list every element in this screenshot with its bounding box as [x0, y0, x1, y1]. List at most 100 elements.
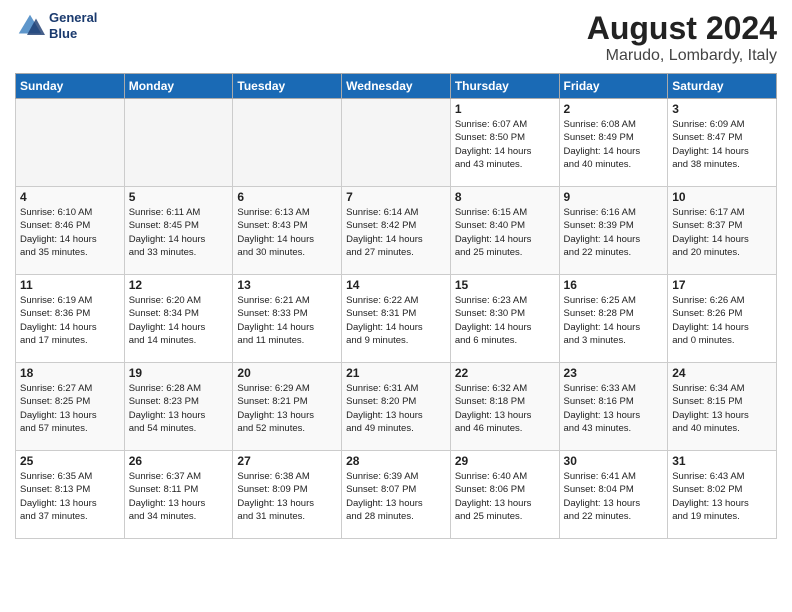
- day-info: Sunrise: 6:21 AM Sunset: 8:33 PM Dayligh…: [237, 294, 337, 347]
- day-number: 9: [564, 190, 664, 204]
- calendar-cell: 12Sunrise: 6:20 AM Sunset: 8:34 PM Dayli…: [124, 275, 233, 363]
- day-info: Sunrise: 6:39 AM Sunset: 8:07 PM Dayligh…: [346, 470, 446, 523]
- day-number: 3: [672, 102, 772, 116]
- calendar-cell: 5Sunrise: 6:11 AM Sunset: 8:45 PM Daylig…: [124, 187, 233, 275]
- day-number: 27: [237, 454, 337, 468]
- day-info: Sunrise: 6:09 AM Sunset: 8:47 PM Dayligh…: [672, 118, 772, 171]
- calendar-cell: 7 Sunrise: 6:14 AM Sunset: 8:42 PM Daylig…: [342, 187, 451, 275]
- day-number: 28: [346, 454, 446, 468]
- col-header-tuesday: Tuesday: [233, 74, 342, 99]
- calendar-cell: 9 Sunrise: 6:16 AM Sunset: 8:39 PM Daylig…: [559, 187, 668, 275]
- calendar-cell: 22Sunrise: 6:32 AM Sunset: 8:18 PM Dayli…: [450, 363, 559, 451]
- day-number: 26: [129, 454, 229, 468]
- col-header-monday: Monday: [124, 74, 233, 99]
- calendar-cell: [16, 99, 125, 187]
- day-info: Sunrise: 6:38 AM Sunset: 8:09 PM Dayligh…: [237, 470, 337, 523]
- day-info: Sunrise: 6:20 AM Sunset: 8:34 PM Dayligh…: [129, 294, 229, 347]
- calendar-cell: 10Sunrise: 6:17 AM Sunset: 8:37 PM Dayli…: [668, 187, 777, 275]
- day-number: 5: [129, 190, 229, 204]
- calendar-cell: 1 Sunrise: 6:07 AM Sunset: 8:50 PM Daylig…: [450, 99, 559, 187]
- day-number: 30: [564, 454, 664, 468]
- calendar-cell: 13 Sunrise: 6:21 AM Sunset: 8:33 PM Dayli…: [233, 275, 342, 363]
- day-number: 16: [564, 278, 664, 292]
- week-row-5: 25 Sunrise: 6:35 AM Sunset: 8:13 PM Dayli…: [16, 451, 777, 539]
- day-number: 25: [20, 454, 120, 468]
- day-info: Sunrise: 6:07 AM Sunset: 8:50 PM Dayligh…: [455, 118, 555, 171]
- day-number: 24: [672, 366, 772, 380]
- calendar-table: SundayMondayTuesdayWednesdayThursdayFrid…: [15, 73, 777, 539]
- calendar-cell: 2 Sunrise: 6:08 AM Sunset: 8:49 PM Daylig…: [559, 99, 668, 187]
- day-number: 31: [672, 454, 772, 468]
- calendar-cell: [124, 99, 233, 187]
- day-number: 14: [346, 278, 446, 292]
- calendar-cell: 19 Sunrise: 6:28 AM Sunset: 8:23 PM Dayli…: [124, 363, 233, 451]
- day-info: Sunrise: 6:08 AM Sunset: 8:49 PM Dayligh…: [564, 118, 664, 171]
- col-header-thursday: Thursday: [450, 74, 559, 99]
- calendar-cell: 17 Sunrise: 6:26 AM Sunset: 8:26 PM Dayli…: [668, 275, 777, 363]
- calendar-cell: 18 Sunrise: 6:27 AM Sunset: 8:25 PM Dayli…: [16, 363, 125, 451]
- col-header-sunday: Sunday: [16, 74, 125, 99]
- day-info: Sunrise: 6:10 AM Sunset: 8:46 PM Dayligh…: [20, 206, 120, 259]
- calendar-cell: 8Sunrise: 6:15 AM Sunset: 8:40 PM Daylig…: [450, 187, 559, 275]
- day-number: 17: [672, 278, 772, 292]
- day-info: Sunrise: 6:15 AM Sunset: 8:40 PM Dayligh…: [455, 206, 555, 259]
- calendar-cell: 29 Sunrise: 6:40 AM Sunset: 8:06 PM Dayli…: [450, 451, 559, 539]
- logo-line1: General: [49, 10, 97, 26]
- logo-line2: Blue: [49, 26, 97, 42]
- day-info: Sunrise: 6:41 AM Sunset: 8:04 PM Dayligh…: [564, 470, 664, 523]
- calendar-cell: 20 Sunrise: 6:29 AM Sunset: 8:21 PM Dayli…: [233, 363, 342, 451]
- day-info: Sunrise: 6:23 AM Sunset: 8:30 PM Dayligh…: [455, 294, 555, 347]
- day-number: 13: [237, 278, 337, 292]
- day-number: 1: [455, 102, 555, 116]
- day-info: Sunrise: 6:43 AM Sunset: 8:02 PM Dayligh…: [672, 470, 772, 523]
- calendar-cell: 14 Sunrise: 6:22 AM Sunset: 8:31 PM Dayli…: [342, 275, 451, 363]
- day-info: Sunrise: 6:29 AM Sunset: 8:21 PM Dayligh…: [237, 382, 337, 435]
- calendar-cell: [342, 99, 451, 187]
- day-number: 19: [129, 366, 229, 380]
- day-number: 18: [20, 366, 120, 380]
- calendar-cell: 26Sunrise: 6:37 AM Sunset: 8:11 PM Dayli…: [124, 451, 233, 539]
- day-number: 10: [672, 190, 772, 204]
- header: General Blue August 2024 Marudo, Lombard…: [15, 10, 777, 65]
- day-info: Sunrise: 6:31 AM Sunset: 8:20 PM Dayligh…: [346, 382, 446, 435]
- calendar-cell: 30 Sunrise: 6:41 AM Sunset: 8:04 PM Dayli…: [559, 451, 668, 539]
- day-info: Sunrise: 6:14 AM Sunset: 8:42 PM Dayligh…: [346, 206, 446, 259]
- calendar-cell: 3 Sunrise: 6:09 AM Sunset: 8:47 PM Daylig…: [668, 99, 777, 187]
- day-info: Sunrise: 6:22 AM Sunset: 8:31 PM Dayligh…: [346, 294, 446, 347]
- day-info: Sunrise: 6:35 AM Sunset: 8:13 PM Dayligh…: [20, 470, 120, 523]
- day-number: 29: [455, 454, 555, 468]
- day-info: Sunrise: 6:34 AM Sunset: 8:15 PM Dayligh…: [672, 382, 772, 435]
- day-info: Sunrise: 6:19 AM Sunset: 8:36 PM Dayligh…: [20, 294, 120, 347]
- calendar-cell: 21Sunrise: 6:31 AM Sunset: 8:20 PM Dayli…: [342, 363, 451, 451]
- day-number: 20: [237, 366, 337, 380]
- calendar-cell: 31 Sunrise: 6:43 AM Sunset: 8:02 PM Dayli…: [668, 451, 777, 539]
- logo-icon: [15, 11, 45, 41]
- calendar-cell: 4 Sunrise: 6:10 AM Sunset: 8:46 PM Daylig…: [16, 187, 125, 275]
- day-info: Sunrise: 6:26 AM Sunset: 8:26 PM Dayligh…: [672, 294, 772, 347]
- day-number: 23: [564, 366, 664, 380]
- day-info: Sunrise: 6:28 AM Sunset: 8:23 PM Dayligh…: [129, 382, 229, 435]
- sub-title: Marudo, Lombardy, Italy: [587, 47, 777, 65]
- calendar-cell: 16 Sunrise: 6:25 AM Sunset: 8:28 PM Dayli…: [559, 275, 668, 363]
- day-info: Sunrise: 6:25 AM Sunset: 8:28 PM Dayligh…: [564, 294, 664, 347]
- calendar-cell: 27 Sunrise: 6:38 AM Sunset: 8:09 PM Dayli…: [233, 451, 342, 539]
- day-info: Sunrise: 6:40 AM Sunset: 8:06 PM Dayligh…: [455, 470, 555, 523]
- logo: General Blue: [15, 10, 97, 41]
- col-header-wednesday: Wednesday: [342, 74, 451, 99]
- week-row-3: 11Sunrise: 6:19 AM Sunset: 8:36 PM Dayli…: [16, 275, 777, 363]
- day-info: Sunrise: 6:27 AM Sunset: 8:25 PM Dayligh…: [20, 382, 120, 435]
- day-info: Sunrise: 6:16 AM Sunset: 8:39 PM Dayligh…: [564, 206, 664, 259]
- calendar-cell: 28 Sunrise: 6:39 AM Sunset: 8:07 PM Dayli…: [342, 451, 451, 539]
- title-block: August 2024 Marudo, Lombardy, Italy: [587, 10, 777, 65]
- calendar-cell: 11Sunrise: 6:19 AM Sunset: 8:36 PM Dayli…: [16, 275, 125, 363]
- col-header-saturday: Saturday: [668, 74, 777, 99]
- page-container: General Blue August 2024 Marudo, Lombard…: [0, 0, 792, 544]
- day-number: 7: [346, 190, 446, 204]
- day-number: 22: [455, 366, 555, 380]
- calendar-cell: 6Sunrise: 6:13 AM Sunset: 8:43 PM Daylig…: [233, 187, 342, 275]
- day-number: 6: [237, 190, 337, 204]
- day-number: 2: [564, 102, 664, 116]
- calendar-cell: [233, 99, 342, 187]
- main-title: August 2024: [587, 10, 777, 47]
- day-number: 4: [20, 190, 120, 204]
